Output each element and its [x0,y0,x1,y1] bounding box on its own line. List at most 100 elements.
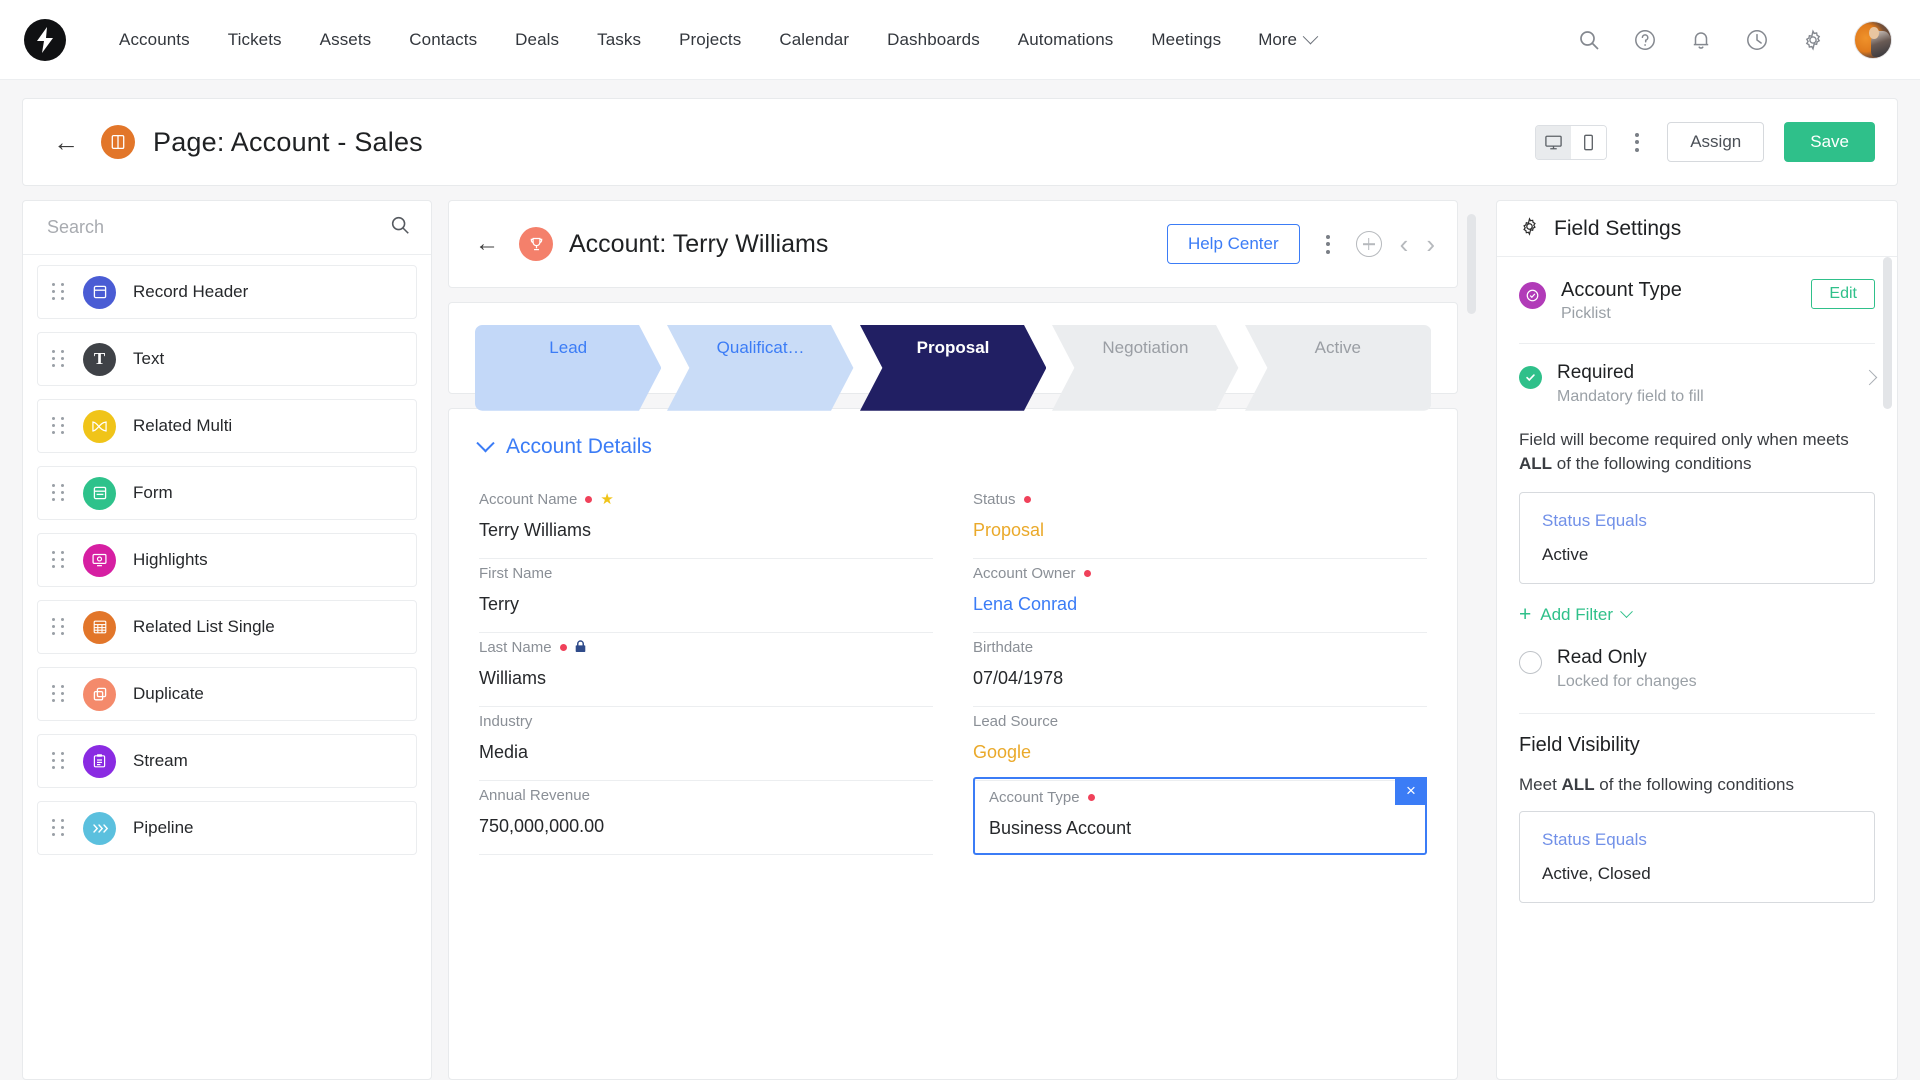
recent-activity-icon[interactable] [1742,25,1772,55]
drag-handle-icon[interactable] [52,484,66,502]
required-enabled-icon[interactable] [1519,366,1542,389]
nav-links: Accounts Tickets Assets Contacts Deals T… [100,22,1334,58]
palette-item-form[interactable]: Form [37,466,417,520]
pipeline-component[interactable]: Lead Qualificat… Proposal Negotiation Ac… [448,302,1458,411]
record-more-options-icon[interactable] [1318,229,1338,260]
nav-link-contacts[interactable]: Contacts [390,22,496,58]
panel-scrollbar-thumb[interactable] [1883,257,1892,409]
nav-link-tickets[interactable]: Tickets [209,22,301,58]
field-account-name[interactable]: Account Name ★ Terry Williams [479,485,933,559]
section-header[interactable]: Account Details [476,433,1427,459]
drag-handle-icon[interactable] [52,752,66,770]
previous-record-icon[interactable]: ‹ [1400,231,1409,257]
palette-item-highlights[interactable]: Highlights [37,533,417,587]
add-filter-button[interactable]: + Add Filter [1519,598,1875,641]
next-record-icon[interactable]: › [1426,231,1435,257]
pipeline-stage-lead[interactable]: Lead [475,325,662,411]
search-icon[interactable] [1574,25,1604,55]
record-back-button[interactable]: ← [475,232,499,256]
field-label: Account Name [479,491,578,508]
drag-handle-icon[interactable] [52,685,66,703]
search-input[interactable] [47,217,389,238]
pipeline-stage-qualification[interactable]: Qualificat… [667,325,854,411]
page-more-options-icon[interactable] [1627,127,1647,158]
field-label-row: Last Name [479,639,933,656]
add-record-icon[interactable] [1355,231,1382,257]
desktop-view-icon[interactable] [1536,125,1572,159]
stream-icon [83,744,116,778]
drag-handle-icon[interactable] [52,417,66,435]
pipeline-stages: Lead Qualificat… Proposal Negotiation Ac… [475,325,1431,411]
drag-handle-icon[interactable] [52,618,66,636]
nav-link-dashboards[interactable]: Dashboards [868,22,999,58]
nav-link-calendar[interactable]: Calendar [760,22,868,58]
palette-item-duplicate[interactable]: Duplicate [37,667,417,721]
avatar[interactable] [1854,20,1892,59]
chevron-down-icon[interactable] [476,433,495,452]
nav-link-automations[interactable]: Automations [999,22,1133,58]
record-header-component[interactable]: ← Account: Terry Williams Help Center ‹ … [448,200,1458,288]
required-condition-title[interactable]: Status Equals [1542,511,1852,531]
close-icon[interactable]: × [1395,777,1427,805]
help-icon[interactable] [1630,25,1660,55]
field-last-name[interactable]: Last Name Williams [479,633,933,707]
drag-handle-icon[interactable] [52,350,66,368]
mobile-view-icon[interactable] [1571,125,1607,159]
field-value[interactable]: Lena Conrad [973,594,1427,615]
text-icon: T [83,342,116,376]
account-details-component[interactable]: Account Details Account Name ★ Terry Wil… [448,408,1458,1080]
nav-link-assets[interactable]: Assets [301,22,391,58]
read-only-setting-row[interactable]: Read Only Locked for changes [1519,641,1875,695]
chevron-right-icon[interactable] [1861,369,1878,386]
page-back-button[interactable]: ← [53,129,79,155]
canvas-scrollbar-thumb[interactable] [1467,214,1476,314]
palette-item-text[interactable]: T Text [37,332,417,386]
drag-handle-icon[interactable] [52,283,66,301]
field-account-owner[interactable]: Account Owner Lena Conrad [973,559,1427,633]
nav-link-meetings[interactable]: Meetings [1132,22,1240,58]
field-visibility-title: Field Visibility [1519,734,1640,757]
nav-more-menu[interactable]: More [1240,22,1334,58]
visibility-condition-card[interactable]: Status Equals Active, Closed [1519,811,1875,904]
palette-item-related-multi[interactable]: Related Multi [37,399,417,453]
field-industry[interactable]: Industry Media [479,707,933,781]
nav-link-tasks[interactable]: Tasks [578,22,660,58]
lock-icon [575,640,586,655]
field-account-type-selected[interactable]: × Account Type Business Account [973,777,1427,855]
field-birthdate[interactable]: Birthdate 07/04/1978 [973,633,1427,707]
notifications-icon[interactable] [1686,25,1716,55]
drag-handle-icon[interactable] [52,551,66,569]
field-label-row: Annual Revenue [479,787,933,804]
palette-item-record-header[interactable]: Record Header [37,265,417,319]
search-icon[interactable] [389,214,411,241]
palette-item-pipeline[interactable]: Pipeline [37,801,417,855]
help-center-button[interactable]: Help Center [1166,224,1300,264]
assign-button[interactable]: Assign [1667,122,1765,162]
nav-link-accounts[interactable]: Accounts [100,22,209,58]
field-lead-source[interactable]: Lead Source Google [973,707,1427,781]
drag-handle-icon[interactable] [52,819,66,837]
canvas-scrollbar[interactable] [1467,200,1476,1080]
pipeline-stage-proposal[interactable]: Proposal [859,325,1047,411]
nav-link-deals[interactable]: Deals [496,22,578,58]
pipeline-stage-negotiation[interactable]: Negotiation [1052,325,1239,411]
add-filter-label: Add Filter [1540,604,1614,624]
settings-icon[interactable] [1798,25,1828,55]
brand-logo[interactable] [24,18,66,61]
required-setting-row[interactable]: Required Mandatory field to fill [1519,344,1878,410]
palette-item-stream[interactable]: Stream [37,734,417,788]
field-status[interactable]: Status Proposal [973,485,1427,559]
pipeline-stage-label: Lead [549,338,588,357]
save-button[interactable]: Save [1784,122,1875,162]
required-condition-card[interactable]: Status Equals Active [1519,492,1875,585]
visibility-condition-title[interactable]: Status Equals [1542,830,1852,850]
field-first-name[interactable]: First Name Terry [479,559,933,633]
read-only-disabled-icon[interactable] [1519,651,1542,675]
nav-link-projects[interactable]: Projects [660,22,760,58]
panel-scrollbar[interactable] [1883,257,1892,1071]
field-annual-revenue[interactable]: Annual Revenue 750,000,000.00 [479,781,933,855]
required-title: Required [1557,362,1635,383]
pipeline-stage-active[interactable]: Active [1244,325,1431,411]
edit-field-button[interactable]: Edit [1811,279,1875,309]
palette-item-related-list-single[interactable]: Related List Single [37,600,417,654]
